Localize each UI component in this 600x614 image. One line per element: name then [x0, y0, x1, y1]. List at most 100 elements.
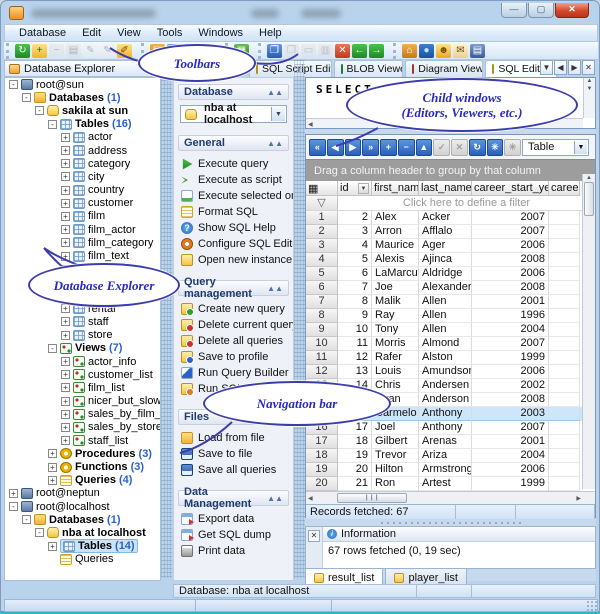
grid-cell[interactable]: Tony	[372, 323, 419, 337]
column-header-career[interactable]: career_	[549, 181, 580, 196]
grid-cell[interactable]: 2008	[472, 393, 549, 407]
grid-row-19[interactable]: 19 20 Hilton Armstrong 2006	[306, 463, 595, 477]
grid-cell[interactable]	[549, 393, 580, 407]
grid-cell[interactable]: Allen	[419, 295, 472, 309]
insert-record-button[interactable]: +	[380, 138, 397, 156]
grid-cell[interactable]: 1999	[472, 477, 549, 491]
row-number-cell[interactable]: 10	[306, 337, 338, 351]
tab-sql-script-editor[interactable]: SQL Script Editor	[249, 60, 332, 77]
grid-row-10[interactable]: 10 11 Morris Almond 2007	[306, 337, 595, 351]
grid-row-12[interactable]: 12 13 Louis Amundson 2006	[306, 365, 595, 379]
tree-item-root-neptun[interactable]: + root@neptun	[5, 487, 160, 500]
tree-item-film[interactable]: + film	[5, 210, 160, 223]
grid-cell[interactable]: 1999	[472, 351, 549, 365]
grid-cell[interactable]: 11	[338, 337, 372, 351]
grid-cell[interactable]: 2004	[472, 449, 549, 463]
grid-cell[interactable]: Morris	[372, 337, 419, 351]
tree-item-actor-info[interactable]: + actor_info	[5, 355, 160, 368]
tree-item-sales-by-film-category[interactable]: + sales_by_film_category	[5, 408, 160, 421]
nav-item-load-from-file[interactable]: Load from file	[181, 430, 289, 446]
expand-icon[interactable]: +	[61, 172, 70, 182]
grid-horizontal-scrollbar[interactable]: ◀ ❙❙❙ ▶	[306, 491, 595, 504]
grid-cell[interactable]	[549, 225, 580, 239]
grid-row-8[interactable]: 8 9 Ray Allen 1996	[306, 309, 595, 323]
row-number-cell[interactable]: 9	[306, 323, 338, 337]
grid-row-1[interactable]: 1 2 Alex Acker 2007	[306, 211, 595, 225]
grid-row-17[interactable]: 17 18 Gilbert Arenas 2001	[306, 435, 595, 449]
grid-cell[interactable]: 2006	[472, 239, 549, 253]
grid-cell[interactable]: 2001	[472, 295, 549, 309]
register-database-icon[interactable]: +	[32, 43, 47, 58]
grid-cell[interactable]	[549, 351, 580, 365]
filter-row[interactable]: ▽ Click here to define a filter	[306, 196, 595, 211]
row-number-cell[interactable]: 17	[306, 435, 338, 449]
grid-cell[interactable]: 20	[338, 463, 372, 477]
expand-icon[interactable]: +	[61, 198, 70, 208]
grid-cell[interactable]: 7	[338, 281, 372, 295]
tree-item-tables[interactable]: - Tables (16)	[5, 118, 160, 131]
grid-row-3[interactable]: 3 4 Maurice Ager 2006	[306, 239, 595, 253]
new-window-icon[interactable]: ❐	[267, 43, 282, 58]
grid-cell[interactable]: 13	[338, 365, 372, 379]
grid-cell[interactable]: Arron	[372, 225, 419, 239]
tab-close-button[interactable]: ✕	[582, 60, 595, 75]
info-panel-header[interactable]: i Information	[323, 527, 595, 542]
grid-cell[interactable]: 9	[338, 309, 372, 323]
grid-cell[interactable]	[549, 309, 580, 323]
grid-cell[interactable]: Artest	[419, 477, 472, 491]
grid-cell[interactable]: 2	[338, 211, 372, 225]
grid-cell[interactable]: 2007	[472, 421, 549, 435]
grid-cell[interactable]	[549, 435, 580, 449]
nav-item-format-sql[interactable]: Format SQL	[181, 204, 289, 220]
grid-cell[interactable]: 2007	[472, 211, 549, 225]
nav-item-show-sql-help[interactable]: ? Show SQL Help	[181, 220, 289, 236]
last-record-button[interactable]: »	[362, 138, 379, 156]
tree-item-film-list[interactable]: + film_list	[5, 381, 160, 394]
nav-item-create-new-query[interactable]: Create new query	[181, 301, 289, 317]
maximize-button[interactable]: ▢	[528, 3, 554, 18]
expand-icon[interactable]: +	[48, 541, 57, 551]
expand-icon[interactable]: +	[61, 383, 70, 393]
tree-item-functions[interactable]: + Functions (3)	[5, 460, 160, 473]
row-number-cell[interactable]: 12	[306, 365, 338, 379]
nav-item-save-to-file[interactable]: Save to file	[181, 446, 289, 462]
collapse-chevron-icon[interactable]: ▲▲	[267, 88, 283, 97]
grid-cell[interactable]: Aldridge	[419, 267, 472, 281]
expand-icon[interactable]: +	[61, 211, 70, 221]
grid-cell[interactable]	[549, 211, 580, 225]
grid-cell[interactable]: Malik	[372, 295, 419, 309]
edit-record-button[interactable]: ▲	[415, 138, 433, 156]
tree-item-root-sun[interactable]: - root@sun	[5, 78, 160, 91]
grid-vertical-scrollbar[interactable]: ▲	[582, 174, 595, 489]
tab-blob-viewer[interactable]: BLOB Viewer	[333, 60, 404, 77]
tree-item-nba-at-localhost[interactable]: - nba at localhost	[5, 526, 160, 539]
minimize-button[interactable]: —	[501, 3, 527, 18]
tree-item-queries[interactable]: + Queries (4)	[5, 474, 160, 487]
nav-section-database[interactable]: Database ▲▲	[178, 84, 289, 100]
collapse-icon[interactable]: -	[22, 515, 31, 525]
grid-cell[interactable]: 8	[338, 295, 372, 309]
users-icon[interactable]: ☻	[436, 43, 451, 58]
tree-item-nicer-but-slower-film-list[interactable]: + nicer_but_slower_film_list	[5, 395, 160, 408]
expand-icon[interactable]: +	[61, 185, 70, 195]
tree-item-actor[interactable]: + actor	[5, 131, 160, 144]
tab-scroll-right-button[interactable]: ▶	[568, 60, 581, 75]
grid-cell[interactable]: Gilbert	[372, 435, 419, 449]
tree-item-address[interactable]: + address	[5, 144, 160, 157]
nav-item-configure-sql-editor[interactable]: Configure SQL Editor	[181, 236, 293, 252]
grid-cell[interactable]: 12	[338, 351, 372, 365]
delete-record-button[interactable]: −	[397, 138, 415, 156]
view-mode-dropdown[interactable]: Table ▼	[522, 138, 589, 156]
grid-cell[interactable]: 2008	[472, 281, 549, 295]
grid-cell[interactable]: 2007	[472, 225, 549, 239]
row-number-cell[interactable]: 18	[306, 449, 338, 463]
grid-cell[interactable]: Alexander	[419, 281, 472, 295]
tree-item-film-category[interactable]: + film_category	[5, 236, 160, 249]
nav-section-general[interactable]: General ▲▲	[178, 135, 289, 151]
menu-database[interactable]: Database	[11, 25, 74, 41]
row-number-cell[interactable]: 3	[306, 239, 338, 253]
nav-item-execute-as-script[interactable]: Execute as script	[181, 172, 289, 188]
expand-icon[interactable]: +	[61, 159, 70, 169]
tree-item-sales-by-store[interactable]: + sales_by_store	[5, 421, 160, 434]
grid-cell[interactable]: Alston	[419, 351, 472, 365]
